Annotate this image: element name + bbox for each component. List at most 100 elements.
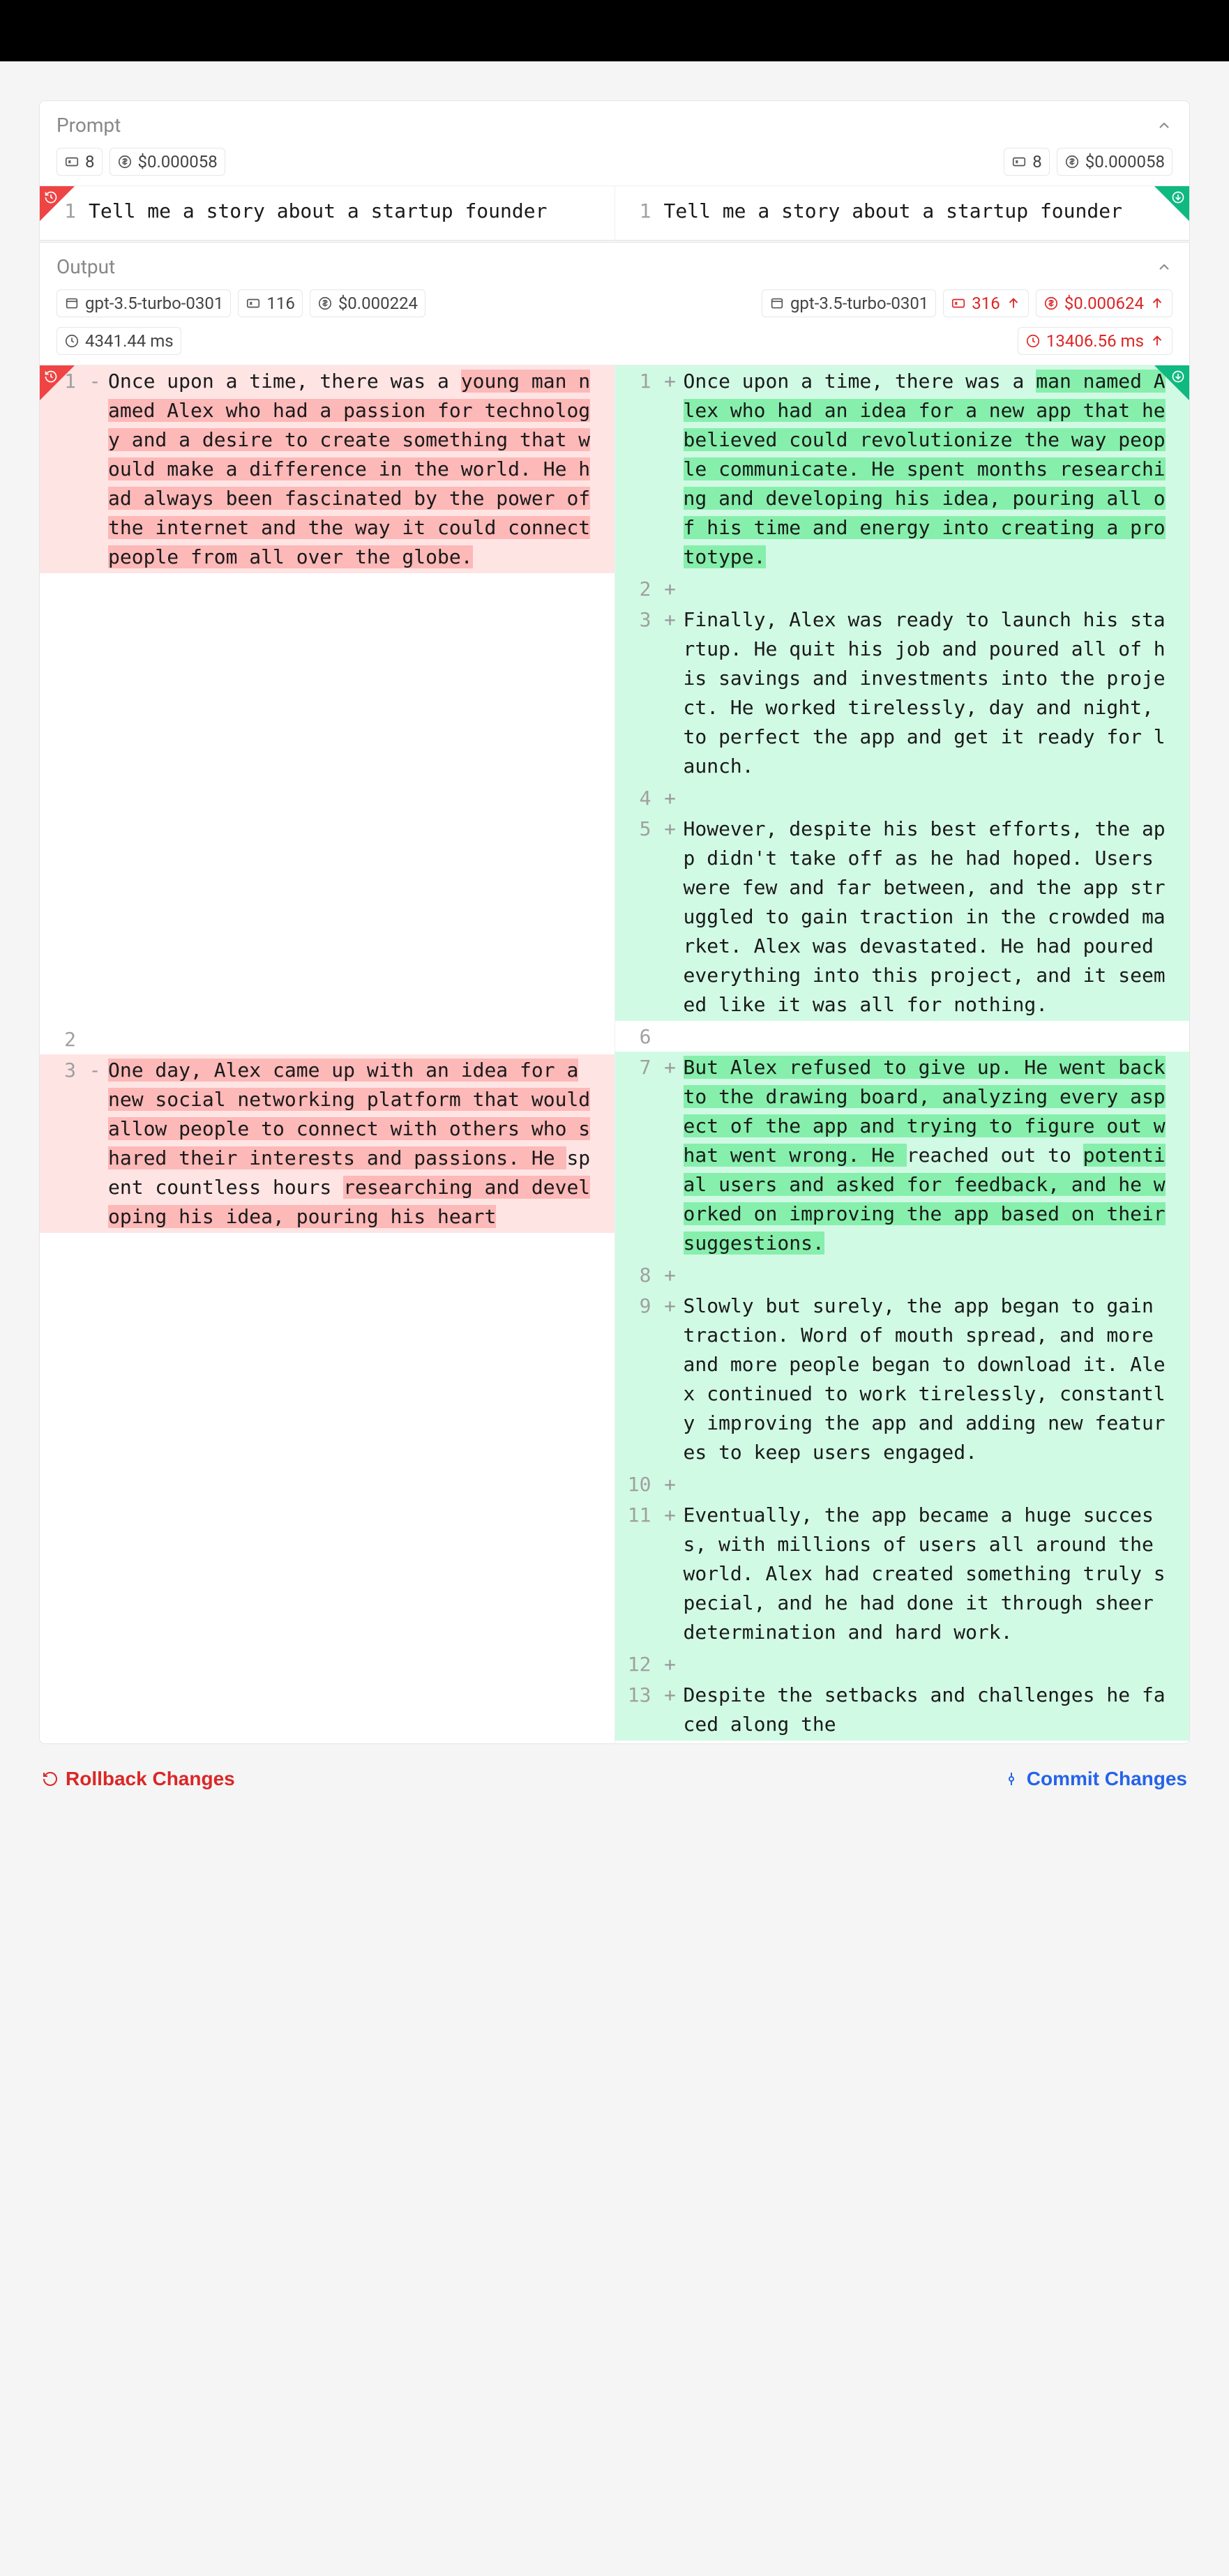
history-icon — [44, 190, 58, 204]
chevron-up-icon[interactable] — [1156, 117, 1173, 134]
diff-filler — [40, 576, 614, 1024]
diff-text — [681, 573, 1190, 604]
diff-line: 11+Eventually, the app became a huge suc… — [615, 1499, 1190, 1649]
diff-line: 1-Once upon a time, there was a young ma… — [40, 365, 614, 573]
line-number: 6 — [615, 1021, 660, 1052]
diff-marker — [660, 1021, 681, 1052]
commit-icon — [1003, 1771, 1020, 1787]
line-number: 2 — [615, 573, 660, 604]
prompt-panel: Prompt 8 $0.000058 8 — [39, 100, 1190, 241]
diff-line: 2 — [40, 1024, 614, 1054]
dollar-icon — [117, 154, 133, 169]
model-badge-right: gpt-3.5-turbo-0301 — [762, 289, 936, 317]
diff-text: However, despite his best efforts, the a… — [681, 813, 1190, 1021]
line-number: 3 — [615, 604, 660, 782]
cost-badge-right: $0.000058 — [1057, 148, 1173, 176]
cost-badge-left: $0.000058 — [110, 148, 225, 176]
diff-marker: + — [660, 365, 681, 573]
history-icon — [44, 370, 58, 384]
clock-icon — [64, 333, 80, 349]
line-number: 1 — [615, 196, 664, 226]
diff-marker: + — [660, 1499, 681, 1649]
output-diff: 1 -Once upon a time, there was a young ma… — [40, 365, 1189, 1743]
model-icon — [64, 296, 80, 311]
model-icon — [769, 296, 785, 311]
line-number: 13 — [615, 1679, 660, 1741]
tokens-badge-right: 316 — [943, 289, 1028, 317]
tokens-badge-left: 116 — [238, 289, 302, 317]
arrow-up-icon — [1149, 333, 1165, 349]
prompt-text-right: Tell me a story about a startup founder — [664, 196, 1190, 226]
diff-marker: - — [84, 365, 105, 573]
diff-marker: + — [660, 1052, 681, 1259]
dollar-icon — [1064, 154, 1080, 169]
diff-text: But Alex refused to give up. He went bac… — [681, 1052, 1190, 1259]
diff-marker: + — [660, 604, 681, 782]
chevron-up-icon[interactable] — [1156, 259, 1173, 275]
diff-text: Once upon a time, there was a young man … — [105, 365, 614, 573]
diff-line: 9+Slowly but surely, the app began to ga… — [615, 1290, 1190, 1469]
app-top-bar — [0, 0, 1229, 61]
commit-button[interactable]: Commit Changes — [1000, 1762, 1190, 1796]
diff-text: Slowly but surely, the app began to gain… — [681, 1290, 1190, 1469]
dollar-icon — [1043, 296, 1059, 311]
arrow-up-icon — [1149, 296, 1165, 311]
diff-marker: + — [660, 1259, 681, 1290]
diff-line: 3+Finally, Alex was ready to launch his … — [615, 604, 1190, 782]
token-icon — [1011, 154, 1027, 169]
diff-text — [681, 782, 1190, 813]
line-number: 1 — [615, 365, 660, 573]
diff-line: 1+Once upon a time, there was a man name… — [615, 365, 1190, 573]
line-number: 2 — [40, 1024, 84, 1054]
diff-text: Once upon a time, there was a man named … — [681, 365, 1190, 573]
diff-text — [681, 1259, 1190, 1290]
line-number: 7 — [615, 1052, 660, 1259]
diff-text — [681, 1649, 1190, 1679]
diff-line: 3-One day, Alex came up with an idea for… — [40, 1054, 614, 1233]
output-panel: Output gpt-3.5-turbo-0301 116 $0.000224 — [39, 242, 1190, 1744]
line-number: 11 — [615, 1499, 660, 1649]
diff-line: 12+ — [615, 1649, 1190, 1679]
diff-marker: + — [660, 782, 681, 813]
diff-line: 5+However, despite his best efforts, the… — [615, 813, 1190, 1021]
line-number: 3 — [40, 1054, 84, 1233]
latency-badge-right: 13406.56 ms — [1018, 327, 1173, 355]
rollback-button[interactable]: Rollback Changes — [39, 1762, 238, 1796]
line-number: 12 — [615, 1649, 660, 1679]
line-number: 10 — [615, 1469, 660, 1499]
diff-filler — [40, 1233, 614, 1743]
output-title: Output — [56, 255, 115, 278]
diff-line: 6 — [615, 1021, 1190, 1052]
download-circle-icon — [1171, 370, 1185, 384]
line-number: 5 — [615, 813, 660, 1021]
token-icon — [64, 154, 80, 169]
diff-text: Finally, Alex was ready to launch his st… — [681, 604, 1190, 782]
diff-text — [681, 1021, 1190, 1052]
arrow-up-icon — [1006, 296, 1021, 311]
token-icon — [246, 296, 261, 311]
diff-marker: + — [660, 813, 681, 1021]
diff-line: 10+ — [615, 1469, 1190, 1499]
diff-line: 4+ — [615, 782, 1190, 813]
line-number: 8 — [615, 1259, 660, 1290]
diff-marker: + — [660, 1290, 681, 1469]
dollar-icon — [317, 296, 333, 311]
diff-text — [105, 1024, 614, 1054]
diff-marker — [84, 1024, 105, 1054]
line-number: 4 — [615, 782, 660, 813]
diff-marker: + — [660, 573, 681, 604]
diff-text — [681, 1469, 1190, 1499]
diff-marker: + — [660, 1679, 681, 1741]
diff-marker: + — [660, 1469, 681, 1499]
cost-badge-left: $0.000224 — [310, 289, 425, 317]
model-badge-left: gpt-3.5-turbo-0301 — [56, 289, 231, 317]
diff-text: Despite the setbacks and challenges he f… — [681, 1679, 1190, 1741]
latency-badge-left: 4341.44 ms — [56, 327, 181, 355]
prompt-text-left: Tell me a story about a startup founder — [89, 196, 614, 226]
tokens-badge-left: 8 — [56, 148, 103, 176]
tokens-badge-right: 8 — [1004, 148, 1050, 176]
action-bar: Rollback Changes Commit Changes — [39, 1750, 1190, 1796]
diff-line: 7+But Alex refused to give up. He went b… — [615, 1052, 1190, 1259]
diff-text: Eventually, the app became a huge succes… — [681, 1499, 1190, 1649]
undo-icon — [42, 1771, 59, 1787]
